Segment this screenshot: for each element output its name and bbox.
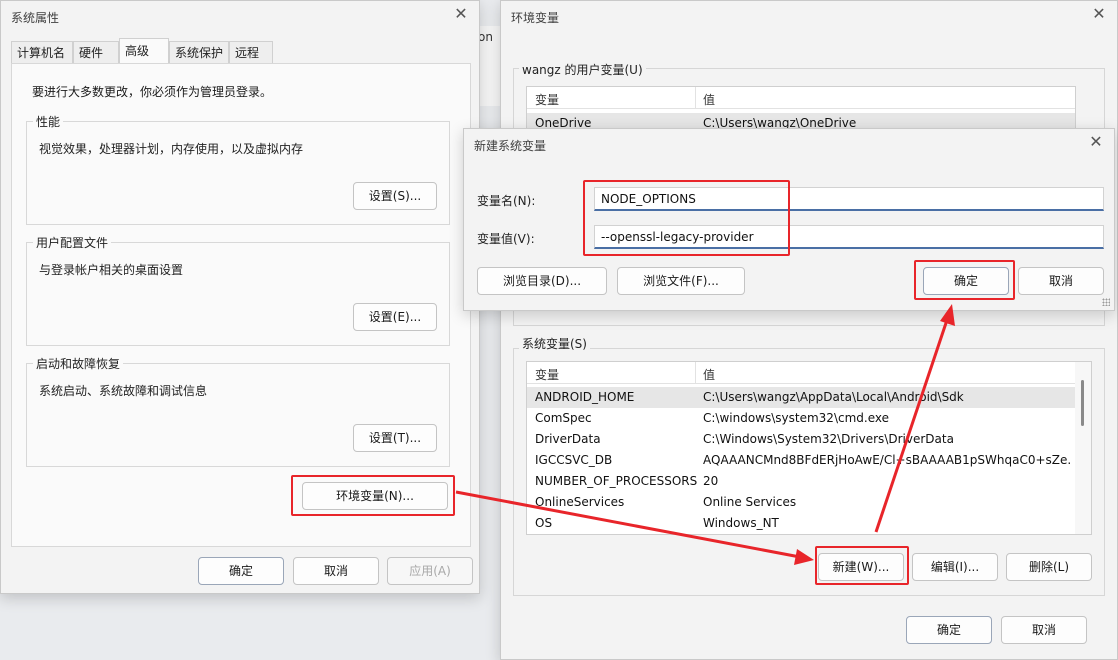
tab-hardware[interactable]: 硬件 bbox=[73, 41, 119, 63]
tab-system-protection[interactable]: 系统保护 bbox=[169, 41, 229, 63]
variable-name: DriverData bbox=[535, 432, 601, 446]
system-properties-titlebar[interactable]: 系统属性 ✕ bbox=[1, 1, 479, 31]
performance-desc: 视觉效果，处理器计划，内存使用，以及虚拟内存 bbox=[39, 142, 304, 156]
variable-value-label: 变量值(V): bbox=[477, 232, 535, 246]
table-row[interactable]: OnlineServices Online Services bbox=[527, 492, 1077, 513]
user-profiles-group-label: 用户配置文件 bbox=[33, 234, 112, 251]
resize-grip-icon[interactable] bbox=[1102, 298, 1110, 306]
system-variables-header: 变量 值 bbox=[527, 362, 1091, 384]
variable-value: Online Services bbox=[703, 495, 797, 509]
scrollbar-thumb[interactable] bbox=[1081, 380, 1084, 426]
background-window-fragment: on bbox=[478, 26, 502, 106]
system-properties-title: 系统属性 bbox=[11, 11, 60, 25]
startup-recovery-group-label: 启动和故障恢复 bbox=[33, 355, 124, 372]
user-variables-section-label: wangz 的用户变量(U) bbox=[519, 61, 646, 78]
table-row[interactable]: IGCCSVC_DB AQAAANCMnd8BFdERjHoAwE/Cl+sBA… bbox=[527, 450, 1077, 471]
tab-computer-name[interactable]: 计算机名 bbox=[11, 41, 73, 63]
variable-value: C:\Windows\System32\Drivers\DriverData bbox=[703, 432, 954, 446]
table-row[interactable]: ANDROID_HOME C:\Users\wangz\AppData\Loca… bbox=[527, 387, 1077, 408]
column-header-value[interactable]: 值 bbox=[703, 91, 715, 108]
startup-recovery-desc: 系统启动、系统故障和调试信息 bbox=[39, 384, 208, 398]
new-system-variable-dialog: 新建系统变量 ✕ 变量名(N): NODE_OPTIONS 变量值(V): --… bbox=[463, 128, 1115, 311]
variable-value: Windows_NT bbox=[703, 516, 779, 530]
performance-group: 性能 视觉效果，处理器计划，内存使用，以及虚拟内存 设置(S)... bbox=[26, 113, 450, 225]
table-row[interactable]: OS Windows_NT bbox=[527, 513, 1077, 534]
performance-group-label: 性能 bbox=[33, 113, 64, 130]
admin-note: 要进行大多数更改，你必须作为管理员登录。 bbox=[32, 85, 273, 99]
variable-value-input[interactable]: --openssl-legacy-provider bbox=[594, 225, 1104, 249]
browse-directory-button[interactable]: 浏览目录(D)... bbox=[477, 267, 607, 295]
variable-name: OnlineServices bbox=[535, 495, 625, 509]
variable-name: OS bbox=[535, 516, 553, 530]
variable-name-input[interactable]: NODE_OPTIONS bbox=[594, 187, 1104, 211]
cancel-button[interactable]: 取消 bbox=[293, 557, 379, 585]
environment-variables-titlebar[interactable]: 环境变量 ✕ bbox=[501, 1, 1117, 31]
user-profiles-group: 用户配置文件 与登录帐户相关的桌面设置 设置(E)... bbox=[26, 234, 450, 346]
variable-name-label: 变量名(N): bbox=[477, 194, 536, 208]
background-window-text: on bbox=[478, 30, 493, 44]
close-icon[interactable]: ✕ bbox=[453, 6, 469, 22]
system-variables-scrollbar[interactable] bbox=[1075, 362, 1091, 534]
ok-button[interactable]: 确定 bbox=[906, 616, 992, 644]
ok-button[interactable]: 确定 bbox=[198, 557, 284, 585]
edit-variable-button[interactable]: 编辑(I)... bbox=[912, 553, 998, 581]
environment-variables-title: 环境变量 bbox=[511, 11, 560, 25]
variable-value: 20 bbox=[703, 474, 719, 488]
new-variable-button[interactable]: 新建(W)... bbox=[818, 553, 904, 581]
new-variable-titlebar[interactable]: 新建系统变量 ✕ bbox=[464, 129, 1114, 159]
column-header-variable[interactable]: 变量 bbox=[535, 366, 559, 383]
tab-advanced[interactable]: 高级 bbox=[119, 38, 169, 64]
system-variables-section-label: 系统变量(S) bbox=[519, 335, 590, 352]
apply-button[interactable]: 应用(A) bbox=[387, 557, 473, 585]
variable-name: IGCCSVC_DB bbox=[535, 453, 613, 467]
tab-remote[interactable]: 远程 bbox=[229, 41, 273, 63]
environment-variables-window: 环境变量 ✕ wangz 的用户变量(U) 变量 值 OneDrive C:\U… bbox=[500, 0, 1118, 660]
table-row[interactable]: ComSpec C:\windows\system32\cmd.exe bbox=[527, 408, 1077, 429]
table-row[interactable]: NUMBER_OF_PROCESSORS 20 bbox=[527, 471, 1077, 492]
performance-settings-button[interactable]: 设置(S)... bbox=[353, 182, 437, 210]
cancel-button[interactable]: 取消 bbox=[1018, 267, 1104, 295]
user-variables-header: 变量 值 bbox=[527, 87, 1075, 109]
user-profiles-settings-button[interactable]: 设置(E)... bbox=[353, 303, 437, 331]
variable-name: ComSpec bbox=[535, 411, 592, 425]
variable-value: AQAAANCMnd8BFdERjHoAwE/Cl+sBAAAAB1pSWhqa… bbox=[703, 453, 1071, 467]
startup-settings-button[interactable]: 设置(T)... bbox=[353, 424, 437, 452]
system-variables-list[interactable]: 变量 值 ANDROID_HOME C:\Users\wangz\AppData… bbox=[526, 361, 1092, 535]
column-header-variable[interactable]: 变量 bbox=[535, 91, 559, 108]
startup-recovery-group: 启动和故障恢复 系统启动、系统故障和调试信息 设置(T)... bbox=[26, 355, 450, 467]
environment-variables-button[interactable]: 环境变量(N)... bbox=[302, 482, 448, 510]
column-separator[interactable] bbox=[695, 362, 696, 384]
system-properties-window: 系统属性 ✕ 计算机名 硬件 高级 系统保护 远程 要进行大多数更改，你必须作为… bbox=[0, 0, 480, 594]
column-separator[interactable] bbox=[695, 87, 696, 109]
user-profiles-desc: 与登录帐户相关的桌面设置 bbox=[39, 263, 184, 277]
new-variable-title: 新建系统变量 bbox=[474, 139, 547, 153]
cancel-button[interactable]: 取消 bbox=[1001, 616, 1087, 644]
close-icon[interactable]: ✕ bbox=[1091, 6, 1107, 22]
advanced-tab-panel: 要进行大多数更改，你必须作为管理员登录。 性能 视觉效果，处理器计划，内存使用，… bbox=[11, 63, 471, 547]
variable-name: NUMBER_OF_PROCESSORS bbox=[535, 474, 698, 488]
variable-value: C:\Users\wangz\AppData\Local\Android\Sdk bbox=[703, 390, 964, 404]
browse-file-button[interactable]: 浏览文件(F)... bbox=[617, 267, 745, 295]
table-row[interactable]: DriverData C:\Windows\System32\Drivers\D… bbox=[527, 429, 1077, 450]
column-header-value[interactable]: 值 bbox=[703, 366, 715, 383]
delete-variable-button[interactable]: 删除(L) bbox=[1006, 553, 1092, 581]
variable-name: ANDROID_HOME bbox=[535, 390, 635, 404]
ok-button[interactable]: 确定 bbox=[923, 267, 1009, 295]
close-icon[interactable]: ✕ bbox=[1088, 134, 1104, 150]
variable-value: C:\windows\system32\cmd.exe bbox=[703, 411, 889, 425]
